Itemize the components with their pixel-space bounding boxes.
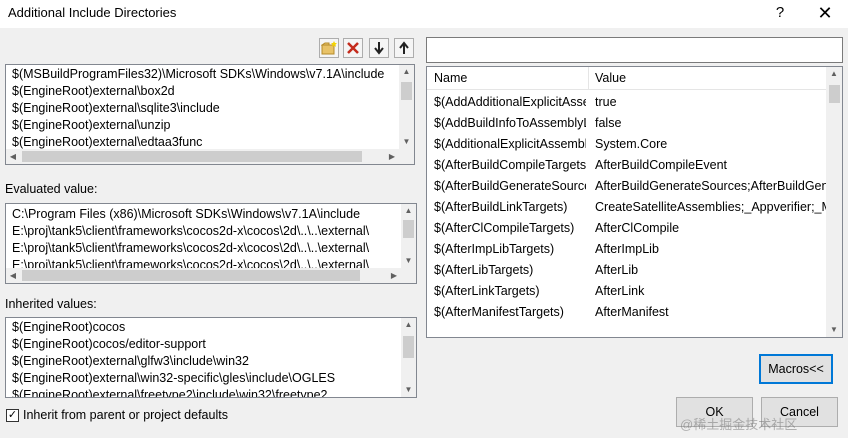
inherit-checkbox[interactable]: ✓ — [6, 409, 19, 422]
scroll-up-icon[interactable]: ▲ — [826, 67, 842, 81]
macro-value[interactable]: AfterBuildCompileEvent — [595, 158, 827, 172]
list-item: $(EngineRoot)cocos — [12, 320, 126, 334]
list-item: C:\Program Files (x86)\Microsoft SDKs\Wi… — [12, 207, 361, 221]
macro-name[interactable]: $(AdditionalExplicitAssemblyReferences) — [434, 137, 586, 151]
scroll-down-icon[interactable]: ▼ — [401, 254, 416, 268]
list-item: E:\proj\tank5\client\frameworks\cocos2d-… — [12, 241, 370, 255]
scroll-down-icon[interactable]: ▼ — [826, 323, 842, 337]
scroll-left-icon[interactable]: ◀ — [6, 149, 20, 164]
scroll-left-icon[interactable]: ◀ — [6, 268, 20, 283]
macro-name[interactable]: $(AfterBuildLinkTargets) — [434, 200, 586, 214]
arrow-up-icon — [399, 41, 409, 54]
grid-header: Name Value — [427, 67, 827, 90]
macro-value[interactable]: true — [595, 95, 827, 109]
evaluated-value-box[interactable]: C:\Program Files (x86)\Microsoft SDKs\Wi… — [5, 203, 417, 284]
inherited-values-label: Inherited values: — [5, 297, 97, 311]
macro-name[interactable]: $(AddBuildInfoToAssemblyList) — [434, 116, 586, 130]
scroll-thumb[interactable] — [22, 270, 360, 281]
delete-button[interactable] — [343, 38, 363, 58]
macro-name[interactable]: $(AfterClCompileTargets) — [434, 221, 586, 235]
move-down-button[interactable] — [369, 38, 389, 58]
include-directories-list[interactable]: $(MSBuildProgramFiles32)\Microsoft SDKs\… — [5, 64, 415, 165]
macro-value[interactable]: AfterLink — [595, 284, 827, 298]
horizontal-scrollbar[interactable]: ◀ ▶ — [6, 268, 401, 283]
list-item[interactable]: $(EngineRoot)external\sqlite3\include — [12, 100, 220, 117]
macro-value[interactable]: AfterClCompile — [595, 221, 827, 235]
scroll-thumb[interactable] — [403, 220, 414, 238]
scroll-down-icon[interactable]: ▼ — [399, 135, 414, 149]
vertical-scrollbar[interactable]: ▲ ▼ — [826, 67, 842, 337]
scroll-up-icon[interactable]: ▲ — [401, 204, 416, 218]
list-item: E:\proj\tank5\client\frameworks\cocos2d-… — [12, 224, 370, 238]
list-item[interactable]: $(EngineRoot)external\box2d — [12, 83, 175, 100]
macro-value[interactable]: AfterManifest — [595, 305, 827, 319]
macro-value[interactable]: System.Core — [595, 137, 827, 151]
scroll-thumb[interactable] — [22, 151, 362, 162]
scroll-thumb[interactable] — [401, 82, 412, 100]
macro-name[interactable]: $(AfterBuildCompileTargets) — [434, 158, 586, 172]
list-item: $(EngineRoot)external\freetype2\include\… — [12, 388, 328, 398]
vertical-scrollbar[interactable]: ▲ ▼ — [399, 65, 414, 149]
macro-name[interactable]: $(AfterBuildGenerateSourcesTargets) — [434, 179, 586, 193]
inherit-checkbox-label[interactable]: Inherit from parent or project defaults — [23, 408, 228, 422]
new-folder-icon — [320, 41, 337, 55]
close-icon[interactable]: ✕ — [811, 2, 839, 24]
vertical-scrollbar[interactable]: ▲ ▼ — [401, 204, 416, 268]
column-header-value[interactable]: Value — [595, 71, 626, 85]
watermark: @稀土掘金技术社区 — [680, 417, 798, 432]
macro-value[interactable]: AfterLib — [595, 263, 827, 277]
scroll-right-icon[interactable]: ▶ — [387, 268, 401, 283]
macro-value[interactable]: AfterImpLib — [595, 242, 827, 256]
scroll-right-icon[interactable]: ▶ — [385, 149, 399, 164]
macro-value[interactable]: false — [595, 116, 827, 130]
macro-name[interactable]: $(AfterImpLibTargets) — [434, 242, 586, 256]
macro-name[interactable]: $(AfterLinkTargets) — [434, 284, 586, 298]
scroll-down-icon[interactable]: ▼ — [401, 383, 416, 397]
delete-icon — [347, 42, 359, 54]
macro-name[interactable]: $(AddAdditionalExplicitAssemblyReference… — [434, 95, 586, 109]
inherited-values-box[interactable]: $(EngineRoot)cocos $(EngineRoot)cocos/ed… — [5, 317, 417, 398]
scroll-thumb[interactable] — [403, 336, 414, 358]
list-item[interactable]: $(EngineRoot)external\unzip — [12, 117, 170, 134]
move-up-button[interactable] — [394, 38, 414, 58]
horizontal-scrollbar[interactable]: ◀ ▶ — [6, 149, 399, 164]
column-header-name[interactable]: Name — [434, 71, 467, 85]
macro-value[interactable]: AfterBuildGenerateSources;AfterBuildGene… — [595, 179, 827, 193]
list-item: $(EngineRoot)external\win32-specific\gle… — [12, 371, 336, 385]
scroll-up-icon[interactable]: ▲ — [401, 318, 416, 332]
title-bar: Additional Include Directories ? ✕ — [0, 0, 848, 28]
window-title: Additional Include Directories — [8, 5, 177, 20]
scroll-thumb[interactable] — [829, 85, 840, 103]
macros-grid[interactable]: Name Value $(AddAdditionalExplicitAssemb… — [426, 66, 843, 338]
list-item: $(EngineRoot)cocos/editor-support — [12, 337, 206, 351]
arrow-down-icon — [374, 42, 384, 55]
list-item: $(EngineRoot)external\glfw3\include\win3… — [12, 354, 249, 368]
macro-name[interactable]: $(AfterLibTargets) — [434, 263, 586, 277]
macros-toggle-button[interactable]: Macros<< — [759, 354, 833, 384]
scroll-up-icon[interactable]: ▲ — [399, 65, 414, 79]
macro-name[interactable]: $(AfterManifestTargets) — [434, 305, 586, 319]
help-icon[interactable]: ? — [766, 2, 794, 24]
vertical-scrollbar[interactable]: ▲ ▼ — [401, 318, 416, 397]
new-line-button[interactable] — [319, 38, 339, 58]
macro-search-input[interactable] — [426, 37, 843, 63]
list-item[interactable]: $(MSBuildProgramFiles32)\Microsoft SDKs\… — [12, 66, 384, 83]
macro-value[interactable]: CreateSatelliteAssemblies;_Appverifier;_… — [595, 200, 827, 214]
evaluated-value-label: Evaluated value: — [5, 182, 98, 196]
